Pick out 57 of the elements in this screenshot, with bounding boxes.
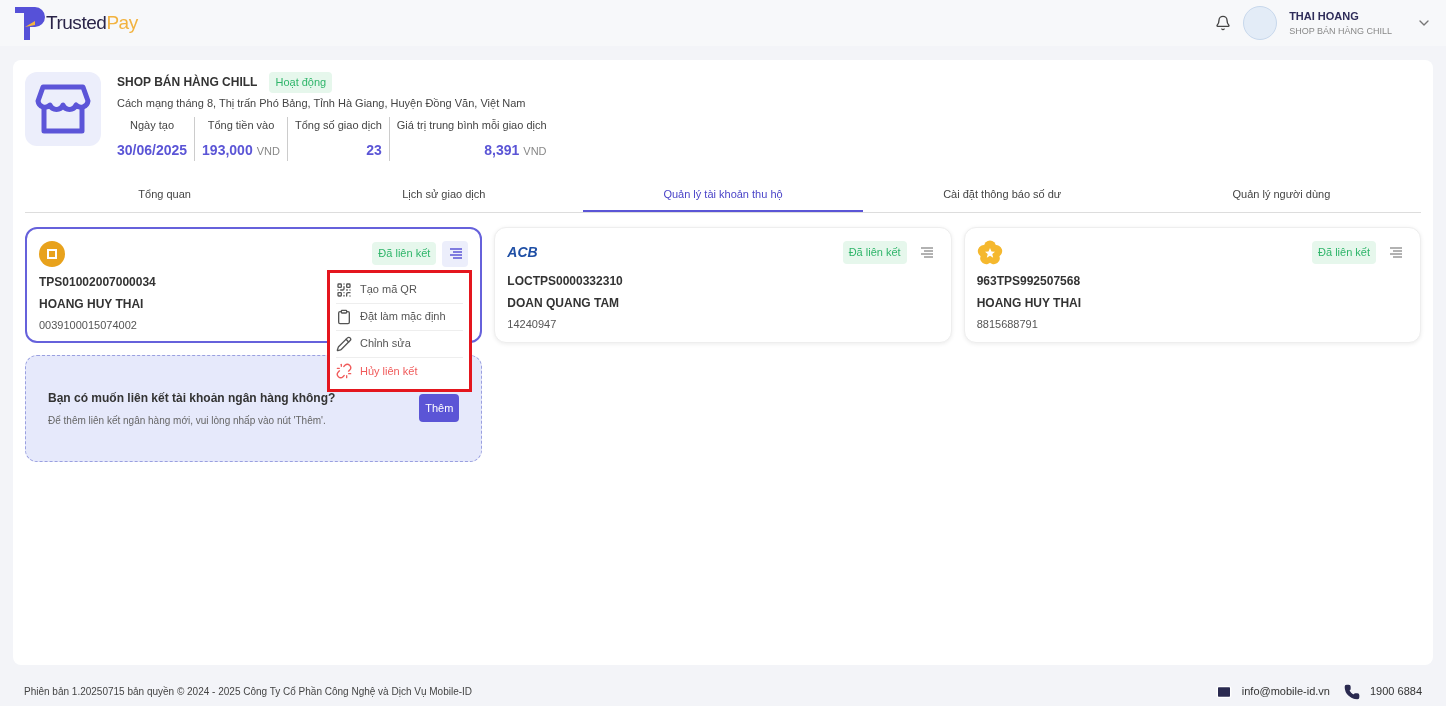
tab[interactable]: Quản lý người dùng bbox=[1141, 178, 1421, 212]
account-holder: DOAN QUANG TAM bbox=[507, 294, 620, 312]
pencil-icon bbox=[336, 335, 352, 352]
account-number: 0039100015074002 bbox=[39, 317, 137, 333]
user-shop: SHOP BÁN HÀNG CHILL bbox=[1289, 24, 1392, 38]
stat-value: 193,000 VND bbox=[202, 140, 280, 160]
bank-logo: ACB bbox=[507, 243, 538, 262]
menu-lines-icon bbox=[1388, 247, 1402, 258]
linked-badge: Đã liên kết bbox=[1312, 241, 1376, 264]
qr-code-icon bbox=[336, 281, 352, 298]
notification-bell-icon[interactable] bbox=[1215, 15, 1232, 31]
status-badge: Hoạt động bbox=[269, 72, 333, 93]
logo-text: TrustedPay bbox=[46, 10, 138, 35]
shop-name: SHOP BÁN HÀNG CHILL bbox=[117, 73, 258, 92]
tab[interactable]: Lịch sử giao dịch bbox=[304, 178, 584, 212]
copyright-text: Phiên bản 1.20250715 bản quyền © 2024 - 2025 Công Ty Cổ Phần Công Nghệ và Dịch Vụ Mobile-ID bbox=[24, 685, 473, 699]
account-number: 14240947 bbox=[507, 316, 557, 332]
menu-item[interactable]: Đặt làm mặc định bbox=[336, 303, 463, 331]
menu-item[interactable]: Chỉnh sửa bbox=[336, 330, 463, 358]
linked-badge: Đã liên kết bbox=[372, 242, 437, 265]
bank-logo-icon bbox=[39, 240, 65, 267]
contact-phone: 1900 6884 bbox=[1370, 684, 1422, 700]
account-code: 963TPS992507568 bbox=[976, 272, 1081, 290]
menu-item[interactable]: Tạo mã QR bbox=[336, 276, 463, 304]
menu-lines-icon bbox=[918, 247, 933, 258]
tab[interactable]: Tổng quan bbox=[25, 178, 305, 212]
tab[interactable]: Cài đặt thông báo số dư bbox=[862, 178, 1142, 212]
stat-label: Ngày tạo bbox=[130, 118, 175, 133]
shop-address: Cách mạng tháng 8, Thị trấn Phó Bảng, Tỉnh Hà Giang, Huyện Đồng Văn, Việt Nam bbox=[117, 95, 527, 111]
tab[interactable]: Quản lý tài khoản thu hộ bbox=[583, 178, 863, 212]
menu-lines-icon bbox=[448, 248, 463, 259]
avatar bbox=[1243, 6, 1278, 40]
clipboard-icon bbox=[336, 308, 352, 325]
add-prompt-hint: Để thêm liên kết ngân hàng mới, vui lòng nhấp vào nút 'Thêm'. bbox=[48, 413, 327, 428]
stat-value: 8,391 VND bbox=[484, 140, 547, 160]
stat-label: Tổng số giao dịch bbox=[294, 118, 382, 133]
stat-value: 30/06/2025 bbox=[117, 140, 188, 160]
account-holder: HOANG HUY THAI bbox=[39, 295, 144, 313]
account-code: TPS01002007000034 bbox=[39, 273, 156, 291]
account-number: 8815688791 bbox=[976, 316, 1038, 332]
contact-email: info@mobile-id.vn bbox=[1241, 684, 1330, 700]
broken-link-icon bbox=[336, 363, 352, 379]
stat-value: 23 bbox=[366, 140, 382, 160]
linked-badge: Đã liên kết bbox=[842, 241, 907, 264]
add-prompt-title: Bạn có muốn liên kết tài khoản ngân hàng không? bbox=[48, 389, 336, 407]
flower-logo-icon bbox=[976, 239, 1003, 266]
account-code: LOCTPS0000332310 bbox=[507, 272, 623, 290]
account-holder: HOANG HUY THAI bbox=[976, 294, 1082, 312]
menu-button[interactable] bbox=[442, 240, 469, 267]
stat-label: Giá trị trung bình mỗi giao dịch bbox=[396, 118, 547, 133]
user-name: THAI HOANG bbox=[1289, 9, 1360, 24]
phone-icon bbox=[1344, 683, 1360, 700]
bank-account-card[interactable]: Đã liên kết 963TPS992507568 HOANG HUY THAI 8815688791 bbox=[963, 226, 1421, 343]
bank-account-card[interactable]: ACB Đã liên kết LOCTPS0000332310 DOAN QUANG TAM 14240947 bbox=[494, 226, 952, 343]
add-button[interactable]: Thêm bbox=[419, 393, 460, 423]
mail-icon bbox=[1215, 683, 1232, 700]
stat-label: Tổng tiền vào bbox=[207, 118, 275, 133]
